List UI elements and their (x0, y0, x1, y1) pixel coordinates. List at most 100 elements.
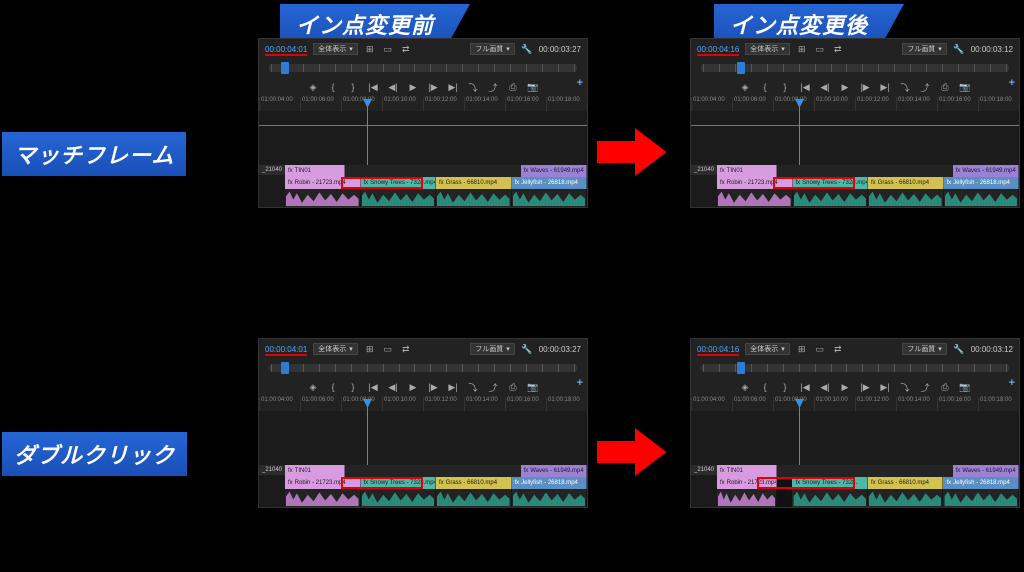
camera-icon[interactable]: 📷 (958, 80, 972, 94)
view-icon[interactable]: ⊞ (796, 43, 808, 55)
clip[interactable]: fxWaves - 61949.mp4 (953, 465, 1019, 477)
marker-icon[interactable]: ▭ (814, 43, 826, 55)
clip[interactable]: fxRobin - 21723.mp4 (285, 477, 361, 489)
camera-icon[interactable]: 📷 (958, 380, 972, 394)
in-bracket-icon[interactable]: { (758, 80, 772, 94)
compare-icon[interactable]: ⇄ (832, 43, 844, 55)
overwrite-icon[interactable]: ⤴ (486, 380, 500, 394)
marker-icon[interactable]: ▭ (382, 343, 394, 355)
clip[interactable]: fxGrass - 66810.mp4 (436, 177, 512, 189)
clip[interactable]: fxTIN01 (717, 465, 777, 477)
clip[interactable]: fxWaves - 61949.mp4 (953, 165, 1019, 177)
clip[interactable]: fxJellyfish - 26818.mp4 (943, 477, 1019, 489)
view-icon[interactable]: ⊞ (364, 343, 376, 355)
add-button[interactable]: + (577, 377, 583, 389)
clip-selected[interactable]: fxSnowy Trees - 7328.mp4 (361, 477, 437, 489)
video-track-1[interactable]: fxRobin - 21723.mp4 fxSnowy Trees - 7328… (285, 177, 587, 189)
video-track-1[interactable]: fxRobin - 21723.mp4 fxSnowy Trees - 7328… (717, 477, 1019, 489)
audio-track-1[interactable] (717, 189, 1019, 207)
clip[interactable]: fxRobin - 21723.mp4 (717, 477, 777, 489)
marker-add-icon[interactable]: ◈ (306, 80, 320, 94)
insert-icon[interactable]: ⤵ (466, 80, 480, 94)
export-frame-icon[interactable]: ⎙ (938, 80, 952, 94)
fit-dropdown[interactable]: 全体表示▾ (313, 343, 358, 355)
fit-dropdown[interactable]: 全体表示▾ (745, 343, 790, 355)
time-ruler[interactable]: 01:00:04:0001:00:06:0001:00:08:0001:00:1… (259, 97, 587, 111)
step-fwd-icon[interactable]: |▶ (858, 380, 872, 394)
wrench-icon[interactable]: 🔧 (521, 43, 533, 55)
clip[interactable]: fxJellyfish - 26818.mp4 (512, 477, 588, 489)
step-fwd-icon[interactable]: |▶ (858, 80, 872, 94)
clip[interactable]: fxGrass - 66810.mp4 (868, 477, 944, 489)
step-fwd-icon[interactable]: |▶ (426, 380, 440, 394)
play-icon[interactable]: ▶ (838, 80, 852, 94)
clip[interactable]: fxTIN01 (717, 165, 777, 177)
marker-add-icon[interactable]: ◈ (306, 380, 320, 394)
out-bracket-icon[interactable]: } (778, 80, 792, 94)
track-label-v2[interactable]: _21040 (259, 465, 285, 475)
quality-dropdown[interactable]: フル画質▾ (902, 343, 947, 355)
compare-icon[interactable]: ⇄ (400, 343, 412, 355)
video-track-1[interactable]: fxRobin - 21723.mp4 fxSnowy Trees - 7328… (285, 477, 587, 489)
out-bracket-icon[interactable]: } (346, 80, 360, 94)
add-button[interactable]: + (1009, 377, 1015, 389)
marker-icon[interactable]: ▭ (382, 43, 394, 55)
clip[interactable]: fxGrass - 66810.mp4 (868, 177, 944, 189)
overwrite-icon[interactable]: ⤴ (918, 80, 932, 94)
video-track-1[interactable]: fxRobin - 21723.mp4 fxSnowy Trees - 7328… (717, 177, 1019, 189)
insert-icon[interactable]: ⤵ (898, 380, 912, 394)
video-track-2[interactable]: fxTIN01 fxWaves - 61949.mp4 (717, 165, 1019, 177)
clip-selected[interactable]: fxSnowy Trees - 7328.mp4 (793, 177, 869, 189)
goto-out-icon[interactable]: ▶| (878, 380, 892, 394)
export-frame-icon[interactable]: ⎙ (938, 380, 952, 394)
step-back-icon[interactable]: ◀| (818, 80, 832, 94)
marker-icon[interactable]: ▭ (814, 343, 826, 355)
step-back-icon[interactable]: ◀| (386, 380, 400, 394)
time-ruler[interactable]: 01:00:04:0001:00:06:0001:00:08:0001:00:1… (691, 97, 1019, 111)
marker-add-icon[interactable]: ◈ (738, 80, 752, 94)
audio-track-1[interactable] (285, 189, 587, 207)
view-icon[interactable]: ⊞ (796, 343, 808, 355)
clip[interactable]: fxRobin - 21723.mp4 (285, 177, 361, 189)
goto-out-icon[interactable]: ▶| (878, 80, 892, 94)
track-label-v2[interactable]: _21040 (691, 465, 717, 475)
export-frame-icon[interactable]: ⎙ (506, 380, 520, 394)
goto-in-icon[interactable]: |◀ (366, 380, 380, 394)
insert-icon[interactable]: ⤵ (466, 380, 480, 394)
overwrite-icon[interactable]: ⤴ (486, 80, 500, 94)
out-bracket-icon[interactable]: } (346, 380, 360, 394)
zoom-slider[interactable] (701, 64, 1009, 72)
export-frame-icon[interactable]: ⎙ (506, 80, 520, 94)
goto-in-icon[interactable]: |◀ (798, 380, 812, 394)
view-icon[interactable]: ⊞ (364, 43, 376, 55)
audio-track-1[interactable] (285, 489, 587, 507)
wrench-icon[interactable]: 🔧 (953, 343, 965, 355)
time-ruler[interactable]: 01:00:04:0001:00:06:0001:00:08:0001:00:1… (691, 397, 1019, 411)
in-bracket-icon[interactable]: { (326, 80, 340, 94)
video-track-2[interactable]: fxTIN01 fxWaves - 61949.mp4 (285, 165, 587, 177)
play-icon[interactable]: ▶ (406, 380, 420, 394)
overwrite-icon[interactable]: ⤴ (918, 380, 932, 394)
step-fwd-icon[interactable]: |▶ (426, 80, 440, 94)
goto-in-icon[interactable]: |◀ (798, 80, 812, 94)
goto-out-icon[interactable]: ▶| (446, 380, 460, 394)
goto-in-icon[interactable]: |◀ (366, 80, 380, 94)
clip-selected[interactable]: fxSnowy Trees - 7328. (792, 477, 868, 489)
clip-selected[interactable]: fxSnowy Trees - 7328.mp4 (361, 177, 437, 189)
add-button[interactable]: + (577, 77, 583, 89)
play-icon[interactable]: ▶ (406, 80, 420, 94)
in-bracket-icon[interactable]: { (758, 380, 772, 394)
wrench-icon[interactable]: 🔧 (521, 343, 533, 355)
fit-dropdown[interactable]: 全体表示▾ (313, 43, 358, 55)
goto-out-icon[interactable]: ▶| (446, 80, 460, 94)
in-bracket-icon[interactable]: { (326, 380, 340, 394)
step-back-icon[interactable]: ◀| (386, 80, 400, 94)
video-track-2[interactable]: fxTIN01 fxWaves - 61949.mp4 (285, 465, 587, 477)
compare-icon[interactable]: ⇄ (832, 343, 844, 355)
clip[interactable]: fxGrass - 66810.mp4 (436, 477, 512, 489)
play-icon[interactable]: ▶ (838, 380, 852, 394)
clip[interactable]: fxJellyfish - 26818.mp4 (944, 177, 1020, 189)
insert-icon[interactable]: ⤵ (898, 80, 912, 94)
quality-dropdown[interactable]: フル画質▾ (470, 43, 515, 55)
clip[interactable]: fxWaves - 61949.mp4 (521, 165, 587, 177)
